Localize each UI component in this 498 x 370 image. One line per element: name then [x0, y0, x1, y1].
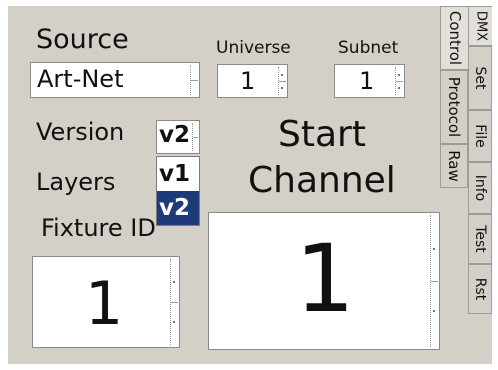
layers-label: Layers	[36, 168, 116, 196]
tab-dmx-label: DMX	[473, 10, 488, 42]
version-dropdown-list: v1 v2	[156, 156, 200, 226]
tab-rst[interactable]: Rst	[468, 264, 492, 314]
tab-protocol-label: Protocol	[445, 76, 463, 138]
fixture-id-value: 1	[85, 269, 124, 339]
universe-value: 1	[240, 67, 256, 95]
version-select[interactable]: v2	[156, 120, 200, 154]
tab-control[interactable]: Control	[440, 6, 468, 70]
universe-label: Universe	[216, 38, 291, 58]
subnet-stepper[interactable]: 1	[334, 64, 405, 98]
tab-raw-label: Raw	[445, 150, 463, 182]
source-label: Source	[36, 24, 129, 55]
version-option-v2[interactable]: v2	[157, 191, 199, 225]
version-option-v1[interactable]: v1	[157, 157, 199, 191]
universe-stepper[interactable]: 1	[217, 64, 288, 98]
subnet-label: Subnet	[338, 38, 399, 58]
tab-file[interactable]: File	[468, 110, 492, 162]
version-label: Version	[36, 118, 125, 146]
tab-control-label: Control	[445, 10, 464, 66]
tab-file-label: File	[472, 124, 488, 148]
start-channel-label-line2: Channel	[248, 160, 396, 201]
tab-info-label: Info	[472, 174, 488, 202]
start-channel-spin-arrows-icon[interactable]	[430, 215, 438, 347]
tab-info[interactable]: Info	[468, 162, 492, 214]
source-value: Art-Net	[37, 65, 124, 93]
subnet-value: 1	[359, 67, 375, 95]
fixture-id-label: Fixture ID	[41, 214, 156, 242]
tab-test[interactable]: Test	[468, 214, 492, 264]
tab-test-label: Test	[472, 225, 488, 253]
start-channel-stepper[interactable]: 1	[208, 212, 440, 350]
universe-spin-arrows-icon[interactable]	[278, 67, 286, 95]
tab-rst-label: Rst	[472, 277, 488, 301]
version-selected-value: v2	[159, 122, 190, 148]
tab-set[interactable]: Set	[468, 46, 492, 110]
source-select[interactable]: Art-Net	[30, 62, 200, 98]
start-channel-value: 1	[295, 225, 355, 334]
tab-dmx[interactable]: DMX	[468, 6, 492, 46]
tab-set-label: Set	[472, 66, 488, 90]
fixture-id-stepper[interactable]: 1	[32, 256, 180, 348]
tab-protocol[interactable]: Protocol	[440, 70, 468, 144]
main-panel: Source Art-Net Universe 1 Subnet 1 Versi…	[8, 6, 492, 364]
version-dropdown-arrow-icon[interactable]	[192, 123, 198, 151]
start-channel-label-line1: Start	[278, 114, 366, 155]
tab-raw[interactable]: Raw	[440, 144, 468, 188]
source-dropdown-arrow-icon[interactable]	[190, 65, 198, 95]
fixture-id-spin-arrows-icon[interactable]	[170, 259, 178, 345]
subnet-spin-arrows-icon[interactable]	[395, 67, 403, 95]
